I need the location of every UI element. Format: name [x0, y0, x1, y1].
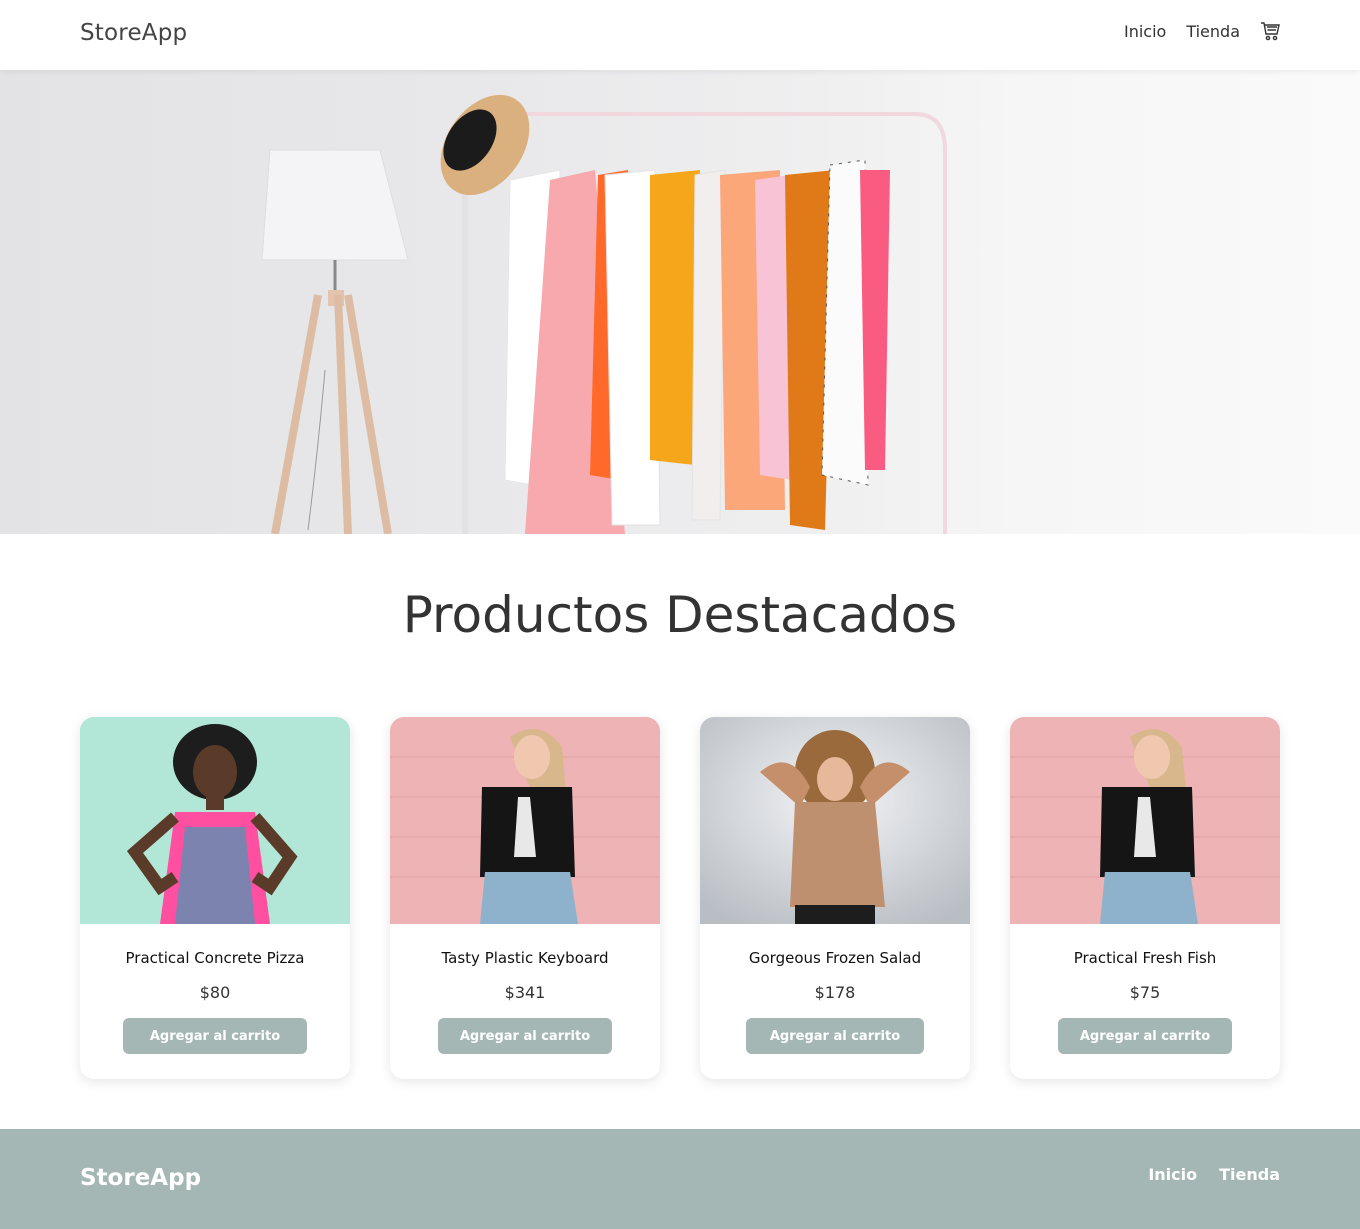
- product-card: Gorgeous Frozen Salad $178 Agregar al ca…: [700, 717, 970, 1079]
- product-card: Practical Fresh Fish $75 Agregar al carr…: [1010, 717, 1280, 1079]
- section-title: Productos Destacados: [402, 586, 958, 644]
- site-footer: StoreApp Inicio Tienda: [0, 1129, 1360, 1229]
- footer-link-tienda[interactable]: Tienda: [1219, 1165, 1280, 1184]
- hero-image: [261, 94, 947, 534]
- product-price: $75: [1129, 983, 1161, 1002]
- nav-link-tienda[interactable]: Tienda: [1186, 22, 1240, 41]
- add-to-cart-button[interactable]: Agregar al carrito: [123, 1018, 307, 1054]
- product-image[interactable]: [390, 717, 660, 924]
- product-image[interactable]: [1010, 717, 1280, 924]
- footer-nav: Inicio Tienda: [1148, 1165, 1280, 1184]
- product-price: $80: [199, 983, 231, 1002]
- product-name: Gorgeous Frozen Salad: [748, 949, 922, 967]
- product-price: $178: [814, 983, 856, 1002]
- product-card: Practical Concrete Pizza $80 Agregar al …: [80, 717, 350, 1079]
- product-image[interactable]: [700, 717, 970, 924]
- product-image[interactable]: [80, 717, 350, 924]
- add-to-cart-button[interactable]: Agregar al carrito: [1058, 1018, 1232, 1054]
- product-card: Tasty Plastic Keyboard $341 Agregar al c…: [390, 717, 660, 1079]
- product-name: Practical Fresh Fish: [1073, 949, 1217, 967]
- product-price: $341: [504, 983, 546, 1002]
- cart-icon[interactable]: [1260, 20, 1280, 42]
- nav-link-inicio[interactable]: Inicio: [1124, 22, 1166, 41]
- lamp-illustration: [261, 149, 409, 534]
- product-name: Practical Concrete Pizza: [125, 949, 305, 967]
- footer-link-inicio[interactable]: Inicio: [1148, 1165, 1197, 1184]
- hero-banner: [0, 70, 1360, 534]
- product-grid: Practical Concrete Pizza $80 Agregar al …: [80, 717, 1280, 1079]
- add-to-cart-button[interactable]: Agregar al carrito: [746, 1018, 924, 1054]
- site-header: StoreApp Inicio Tienda: [0, 0, 1360, 70]
- rack-illustration: [440, 94, 947, 534]
- main-nav: Inicio Tienda: [1124, 20, 1280, 42]
- brand-logo[interactable]: StoreApp: [80, 20, 187, 46]
- product-name: Tasty Plastic Keyboard: [441, 949, 609, 967]
- footer-brand-logo[interactable]: StoreApp: [80, 1165, 201, 1191]
- add-to-cart-button[interactable]: Agregar al carrito: [438, 1018, 612, 1054]
